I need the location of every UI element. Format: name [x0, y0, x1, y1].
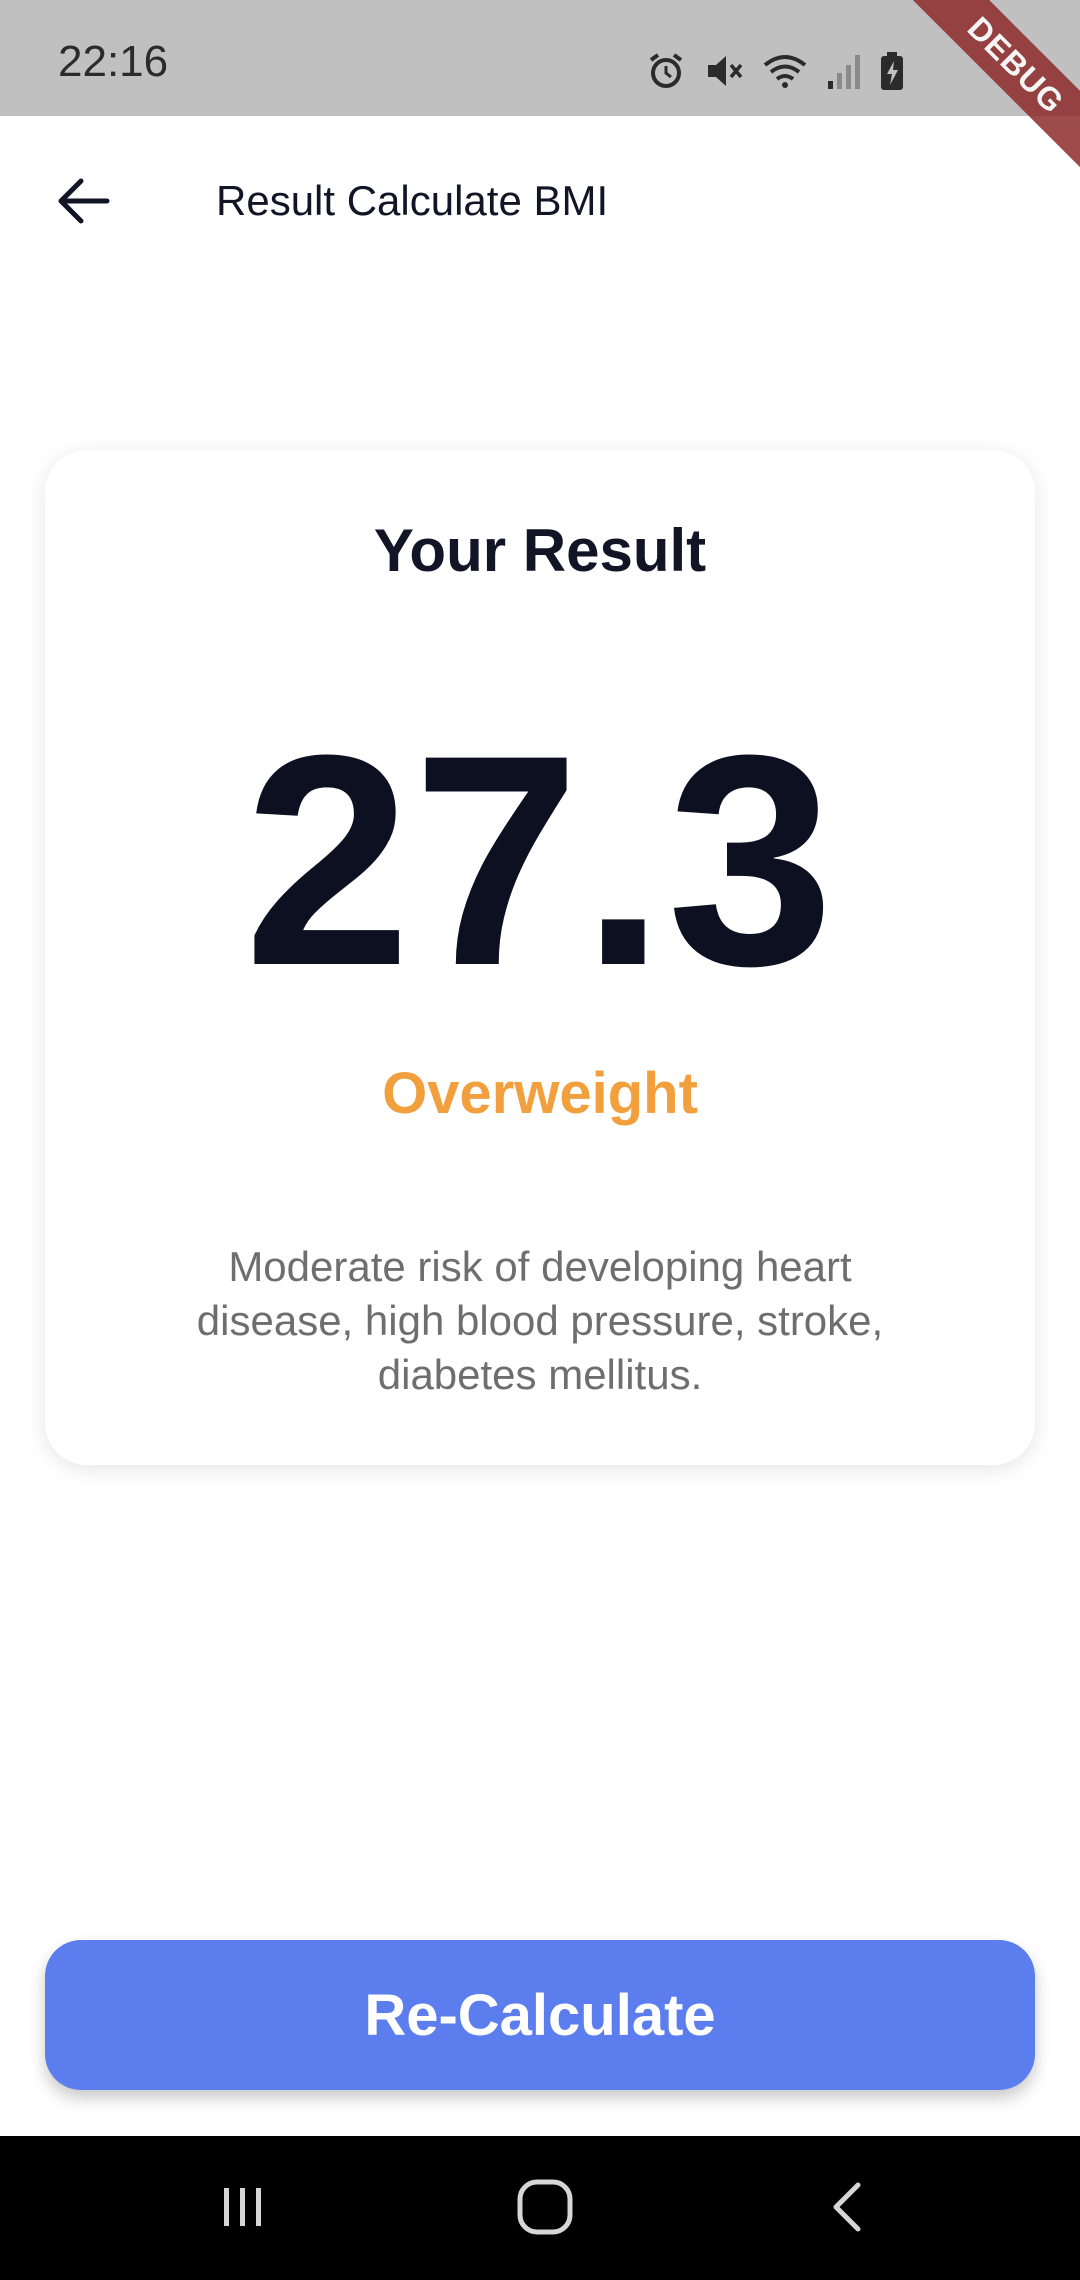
signal-icon: [826, 51, 862, 91]
back-button[interactable]: [48, 168, 118, 238]
app-bar: Result Calculate BMI: [0, 116, 1080, 286]
back-icon: [822, 2179, 872, 2240]
recent-apps-icon: [215, 2179, 271, 2240]
bmi-description: Moderate risk of developing heart diseas…: [196, 1243, 884, 1398]
status-icons: [646, 48, 904, 94]
status-time: 22:16: [58, 37, 169, 86]
status-bar: 22:16: [0, 0, 1080, 116]
battery-charging-icon: [880, 51, 904, 91]
home-button[interactable]: [500, 2164, 590, 2254]
alarm-icon: [646, 51, 686, 91]
mute-icon: [704, 51, 744, 91]
bmi-category: Overweight: [382, 1061, 698, 1126]
recalculate-button[interactable]: Re-Calculate: [45, 1940, 1035, 2090]
page-title: Result Calculate BMI: [216, 177, 609, 224]
system-back-button[interactable]: [802, 2164, 892, 2254]
navigation-bar: [0, 2136, 1080, 2280]
arrow-left-icon: [55, 176, 111, 231]
result-heading: Your Result: [373, 517, 707, 584]
bmi-value: 27.3: [244, 692, 836, 1028]
result-card: Your Result 27.3 Overweight Moderate ris…: [45, 450, 1035, 1465]
wifi-icon: [762, 51, 808, 91]
home-icon: [515, 2177, 575, 2242]
recent-apps-button[interactable]: [198, 2164, 288, 2254]
